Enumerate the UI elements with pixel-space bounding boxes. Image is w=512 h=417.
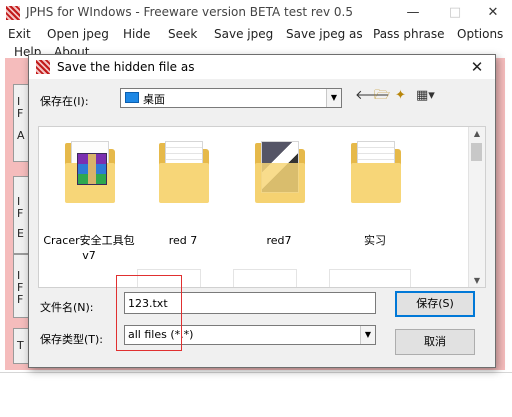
menu-pass-phrase[interactable]: Pass phrase bbox=[373, 27, 445, 41]
maximize-button[interactable]: □ bbox=[440, 4, 470, 22]
next-row-item bbox=[329, 269, 411, 287]
menu-exit[interactable]: Exit bbox=[8, 27, 31, 41]
menu-save-jpeg-as[interactable]: Save jpeg as bbox=[286, 27, 363, 41]
cancel-button[interactable]: 取消 bbox=[395, 329, 475, 355]
dialog-logo-icon bbox=[36, 60, 50, 74]
app-bottom-area bbox=[0, 372, 512, 417]
folder-icon bbox=[159, 141, 209, 203]
view-menu-icon[interactable]: ▦▾ bbox=[416, 87, 435, 105]
chevron-down-icon[interactable]: ▼ bbox=[360, 326, 375, 344]
dialog-title: Save the hidden file as bbox=[57, 60, 195, 74]
location-dropdown[interactable]: 桌面 ▼ bbox=[120, 88, 342, 108]
vertical-scrollbar[interactable]: ▲ ▼ bbox=[468, 127, 485, 287]
folder-icon bbox=[351, 141, 401, 203]
dialog-titlebar: Save the hidden file as ✕ bbox=[29, 55, 495, 79]
next-row-item bbox=[233, 269, 297, 287]
menu-options[interactable]: Options bbox=[457, 27, 503, 41]
folder-icon bbox=[255, 141, 305, 203]
filetype-label: 保存类型(T): bbox=[40, 333, 104, 346]
chevron-down-icon[interactable]: ▼ bbox=[326, 89, 341, 107]
location-value: 桌面 bbox=[143, 93, 165, 106]
folder-icon bbox=[65, 141, 115, 203]
menu-seek[interactable]: Seek bbox=[168, 27, 197, 41]
scroll-down-icon[interactable]: ▼ bbox=[469, 276, 485, 285]
app-logo-icon bbox=[6, 6, 20, 20]
file-label: 实习 bbox=[364, 234, 386, 247]
minimize-button[interactable]: — bbox=[398, 4, 428, 22]
up-folder-icon[interactable]: 🗁 bbox=[374, 87, 390, 105]
file-item[interactable]: Cracer安全工具包 v7 bbox=[43, 137, 135, 262]
dialog-close-button[interactable]: ✕ bbox=[465, 57, 489, 77]
app-titlebar: JPHS for WIndows - Freeware version BETA… bbox=[0, 0, 512, 24]
close-button[interactable]: ✕ bbox=[478, 4, 508, 22]
save-button[interactable]: 保存(S) bbox=[395, 291, 475, 317]
file-label: Cracer安全工具包 v7 bbox=[43, 234, 135, 262]
new-folder-icon[interactable]: ✦ bbox=[395, 87, 406, 105]
file-label: red7 bbox=[266, 234, 292, 247]
desktop-icon bbox=[125, 92, 139, 103]
file-item[interactable]: 实习 bbox=[329, 137, 421, 257]
highlight-box bbox=[116, 275, 182, 351]
menu-open-jpeg[interactable]: Open jpeg bbox=[47, 27, 109, 41]
filename-label: 文件名(N): bbox=[40, 301, 94, 314]
save-in-label: 保存在(I): bbox=[40, 95, 89, 108]
file-item[interactable]: red7 bbox=[233, 137, 325, 257]
app-menubar: Exit Open jpeg Hide Seek Save jpeg Save … bbox=[0, 24, 512, 46]
scroll-up-icon[interactable]: ▲ bbox=[469, 129, 485, 138]
menu-save-jpeg[interactable]: Save jpeg bbox=[214, 27, 273, 41]
app-title: JPHS for WIndows - Freeware version BETA… bbox=[26, 5, 353, 19]
menu-hide[interactable]: Hide bbox=[123, 27, 150, 41]
file-list-view[interactable]: Cracer安全工具包 v7 red 7 red7 实习 ▲ ▼ bbox=[38, 126, 486, 288]
scroll-thumb[interactable] bbox=[471, 143, 482, 161]
file-label: red 7 bbox=[168, 234, 198, 247]
winrar-icon bbox=[77, 153, 107, 185]
save-dialog: Save the hidden file as ✕ 保存在(I): 桌面 ▼ 🡐… bbox=[28, 54, 496, 368]
file-item[interactable]: red 7 bbox=[137, 137, 229, 257]
